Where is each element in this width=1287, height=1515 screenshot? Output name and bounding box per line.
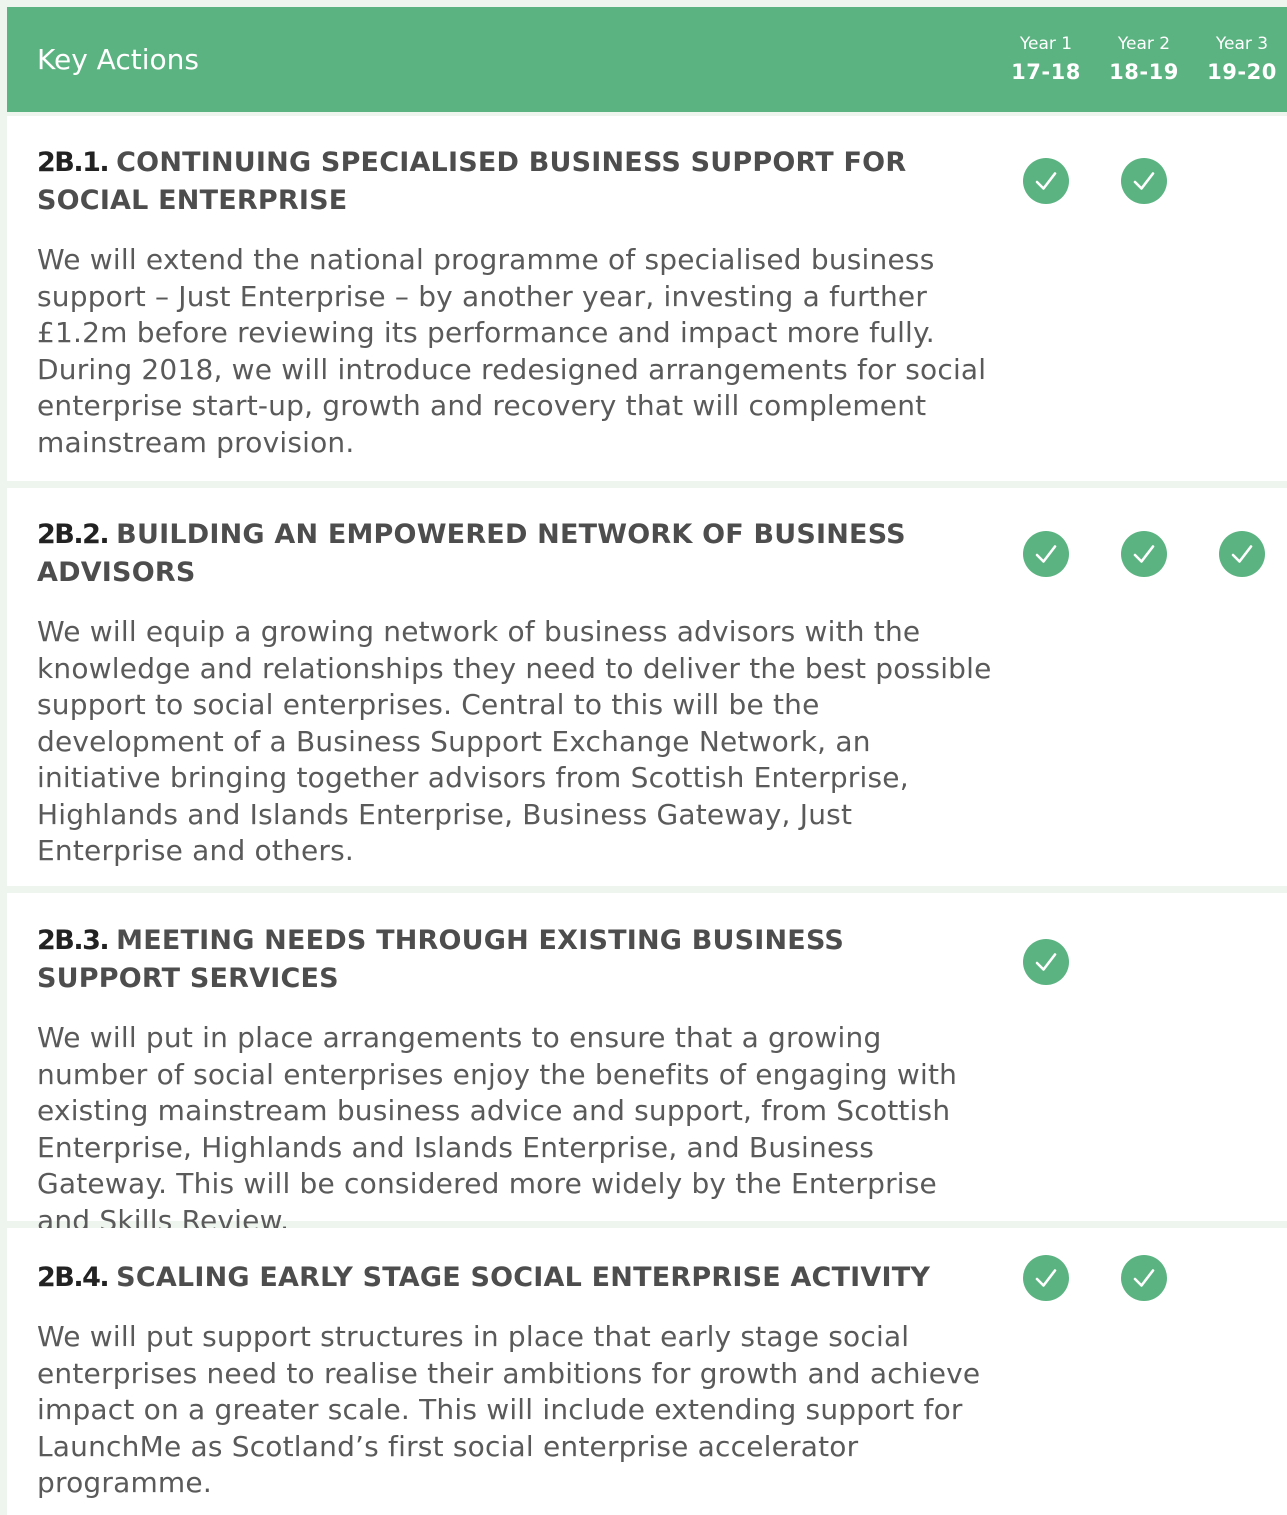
action-description: We will equip a growing network of busin…	[37, 615, 992, 867]
action-heading: SCALING EARLY STAGE SOCIAL ENTERPRISE AC…	[116, 1262, 931, 1293]
header-title: Key Actions	[37, 43, 199, 76]
action-code: 2B.3.	[37, 925, 110, 956]
year-range: 17-18	[1011, 60, 1081, 84]
check-circle-icon	[1121, 158, 1167, 204]
check-circle-icon	[1219, 531, 1265, 577]
year-label: Year 1	[1019, 34, 1073, 54]
action-code: 2B.2.	[37, 519, 110, 550]
check-circle-icon	[1121, 531, 1167, 577]
key-actions-page: Key Actions Year 1 17-18 Year 2 18-19 Ye…	[0, 0, 1287, 1515]
action-heading: BUILDING AN EMPOWERED NETWORK OF BUSINES…	[37, 519, 906, 588]
year-column-1: Year 1 17-18	[1001, 33, 1091, 89]
year-range: 19-20	[1207, 60, 1277, 84]
action-heading: MEETING NEEDS THROUGH EXISTING BUSINESS …	[37, 925, 845, 994]
action-title: 2B.1. CONTINUING SPECIALISED BUSINESS SUP…	[37, 144, 967, 220]
action-card-2b4: 2B.4. SCALING EARLY STAGE SOCIAL ENTERPRI…	[7, 1228, 1287, 1515]
action-description: We will put support structures in place …	[37, 1320, 981, 1499]
action-code: 2B.1.	[37, 147, 110, 178]
check-circle-icon	[1023, 531, 1069, 577]
year-label: Year 3	[1215, 34, 1269, 54]
action-description: We will put in place arrangements to ens…	[37, 1021, 958, 1237]
action-title: 2B.2. BUILDING AN EMPOWERED NETWORK OF BU…	[37, 516, 967, 592]
action-code: 2B.4.	[37, 1262, 110, 1293]
key-actions-header: Key Actions Year 1 17-18 Year 2 18-19 Ye…	[7, 7, 1287, 112]
action-card-2b3: 2B.3. MEETING NEEDS THROUGH EXISTING BUSI…	[7, 893, 1287, 1237]
year-column-3: Year 3 19-20	[1197, 33, 1287, 89]
check-circle-icon	[1121, 1255, 1167, 1301]
check-circle-icon	[1023, 939, 1069, 985]
year-label: Year 2	[1117, 34, 1171, 54]
action-card-2b1: 2B.1. CONTINUING SPECIALISED BUSINESS SUP…	[7, 116, 1287, 481]
check-circle-icon	[1023, 158, 1069, 204]
action-title: 2B.4. SCALING EARLY STAGE SOCIAL ENTERPRI…	[37, 1259, 967, 1297]
year-column-2: Year 2 18-19	[1099, 33, 1189, 89]
action-title: 2B.3. MEETING NEEDS THROUGH EXISTING BUSI…	[37, 922, 967, 998]
action-description: We will extend the national programme of…	[37, 243, 987, 459]
check-circle-icon	[1023, 1255, 1069, 1301]
year-range: 18-19	[1109, 60, 1179, 84]
action-card-2b2: 2B.2. BUILDING AN EMPOWERED NETWORK OF BU…	[7, 488, 1287, 886]
action-heading: CONTINUING SPECIALISED BUSINESS SUPPORT …	[37, 147, 907, 216]
